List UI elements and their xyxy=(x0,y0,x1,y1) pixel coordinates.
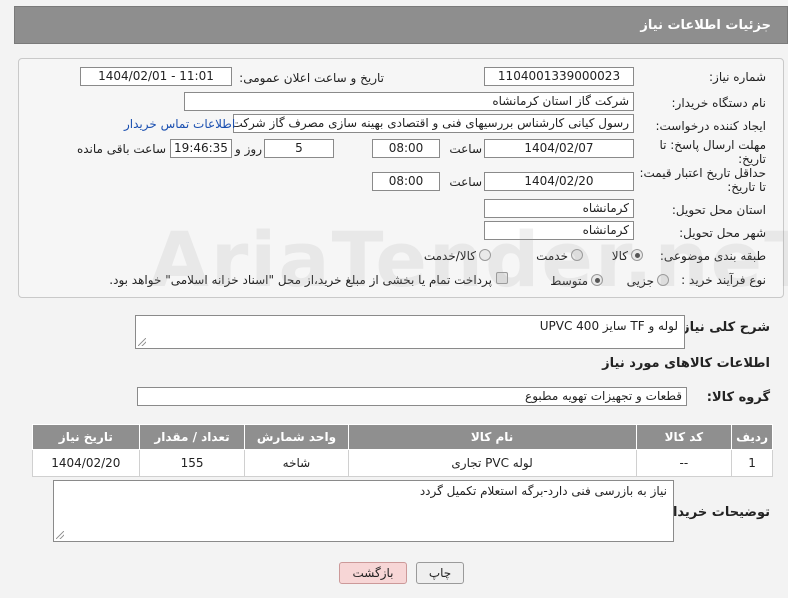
price-validity-time-label: ساعت xyxy=(449,175,482,189)
process-radio-minor[interactable] xyxy=(657,274,669,286)
creator-label: ایجاد کننده درخواست: xyxy=(655,119,766,133)
treasury-payment-note: پرداخت تمام یا بخشی از مبلغ خرید،از محل … xyxy=(109,273,492,287)
days-label: روز و xyxy=(235,142,262,156)
price-validity-date-field: 1404/02/20 xyxy=(484,172,634,191)
purchase-process-label: نوع فرآیند خرید : xyxy=(681,273,766,287)
goods-table: ردیف کد کالا نام کالا واحد شمارش تعداد /… xyxy=(32,424,773,477)
process-option-minor: جزیی xyxy=(626,274,654,288)
response-date-field: 1404/02/07 xyxy=(484,139,634,158)
days-remaining-field: 5 xyxy=(264,139,334,158)
price-validity-label-2: تا تاریخ: xyxy=(727,180,766,194)
treasury-payment-checkbox[interactable] xyxy=(496,272,508,284)
buyer-notes-label: توضیحات خریدار: xyxy=(660,505,770,520)
summary-textarea: لوله و TF سایز 400 UPVC xyxy=(135,315,685,349)
remaining-time-field: 19:46:35 xyxy=(170,139,232,158)
price-validity-time-field: 08:00 xyxy=(372,172,440,191)
response-time-label: ساعت xyxy=(449,142,482,156)
category-radio-goods-service[interactable] xyxy=(479,249,491,261)
col-header-need-date: تاریخ نیاز xyxy=(32,424,140,450)
creator-field: رسول کیانی کارشناس بررسیهای فنی و اقتصاد… xyxy=(233,114,634,133)
goods-info-title: اطلاعات کالاهای مورد نیاز xyxy=(602,356,770,371)
cell-item-code: -- xyxy=(635,449,733,477)
col-header-item-code: کد کالا xyxy=(635,424,733,450)
goods-table-header-row: ردیف کد کالا نام کالا واحد شمارش تعداد /… xyxy=(32,424,773,450)
delivery-city-label: شهر محل تحویل: xyxy=(679,226,766,240)
table-row: 1 -- لوله PVC تجاری شاخه 155 1404/02/20 xyxy=(32,449,773,477)
summary-label: شرح کلی نیاز: xyxy=(676,320,770,335)
need-number-field: 1104001339000023 xyxy=(484,67,634,86)
cell-quantity: 155 xyxy=(138,449,246,477)
goods-table-container: ردیف کد کالا نام کالا واحد شمارش تعداد /… xyxy=(32,424,773,477)
delivery-province-label: استان محل تحویل: xyxy=(671,203,766,217)
process-radio-medium[interactable] xyxy=(591,274,603,286)
announce-datetime-field: 1404/02/01 - 11:01 xyxy=(80,67,232,86)
category-radio-goods[interactable] xyxy=(631,249,643,261)
category-option-goods: کالا xyxy=(611,249,628,263)
category-label: طبقه بندی موضوعی: xyxy=(659,249,766,263)
remaining-time-label: ساعت باقی مانده xyxy=(76,142,166,156)
response-deadline-label-2: تاریخ: xyxy=(738,152,766,166)
page-title: جزئیات اطلاعات نیاز xyxy=(640,17,771,33)
category-option-goods-service: کالا/خدمت xyxy=(423,249,476,263)
col-header-unit: واحد شمارش xyxy=(244,424,349,450)
summary-text: لوله و TF سایز 400 UPVC xyxy=(539,319,678,333)
cell-need-date: 1404/02/20 xyxy=(32,449,140,477)
need-number-label: شماره نیاز: xyxy=(709,70,766,84)
col-header-row-number: ردیف xyxy=(731,424,773,450)
page-header: جزئیات اطلاعات نیاز xyxy=(14,6,788,44)
buyer-contact-link[interactable]: اطلاعات تماس خریدار xyxy=(124,117,235,131)
delivery-province-field: کرمانشاه xyxy=(484,199,634,218)
resize-grip-icon[interactable] xyxy=(56,531,64,539)
goods-group-label: گروه کالا: xyxy=(706,390,770,405)
cell-unit: شاخه xyxy=(244,449,349,477)
col-header-item-name: نام کالا xyxy=(347,424,637,450)
category-radio-service[interactable] xyxy=(571,249,583,261)
response-deadline-label-1: مهلت ارسال پاسخ: تا xyxy=(659,138,766,152)
back-button[interactable]: بازگشت xyxy=(339,562,407,584)
goods-group-field: قطعات و تجهیزات تهویه مطبوع xyxy=(137,387,687,406)
buyer-org-field: شرکت گاز استان کرمانشاه xyxy=(184,92,634,111)
col-header-quantity: تعداد / مقدار xyxy=(138,424,246,450)
buyer-notes-textarea: نیاز به بازرسی فنی دارد-برگه استعلام تکم… xyxy=(53,480,674,542)
category-option-service: خدمت xyxy=(536,249,568,263)
buyer-org-label: نام دستگاه خریدار: xyxy=(671,96,767,110)
cell-row-number: 1 xyxy=(731,449,773,477)
cell-item-name: لوله PVC تجاری xyxy=(347,449,637,477)
price-validity-label-1: حداقل تاریخ اعتبار قیمت: xyxy=(639,166,766,180)
buyer-notes-text: نیاز به بازرسی فنی دارد-برگه استعلام تکم… xyxy=(419,484,667,498)
resize-grip-icon[interactable] xyxy=(138,338,146,346)
delivery-city-field: کرمانشاه xyxy=(484,221,634,240)
process-option-medium: متوسط xyxy=(550,274,588,288)
response-time-field: 08:00 xyxy=(372,139,440,158)
print-button[interactable]: چاپ xyxy=(416,562,464,584)
announce-datetime-label: تاریخ و ساعت اعلان عمومی: xyxy=(239,71,384,85)
